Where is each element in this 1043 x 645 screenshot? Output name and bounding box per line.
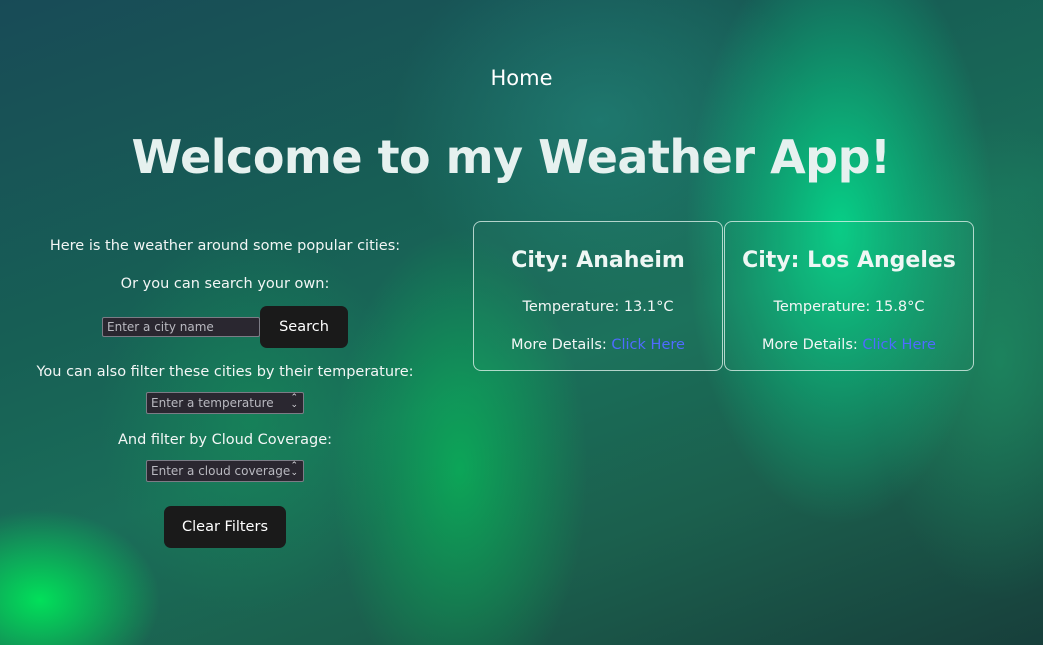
details-link[interactable]: Click Here xyxy=(611,337,685,353)
temperature-filter-text: You can also filter these cities by thei… xyxy=(36,364,414,380)
temperature-filter-input[interactable] xyxy=(146,392,304,414)
city-heading: City: Los Angeles xyxy=(742,248,956,273)
city-search-input[interactable] xyxy=(102,317,260,337)
temperature-text: Temperature: 15.8°C xyxy=(773,299,925,315)
more-details: More Details: Click Here xyxy=(474,337,722,353)
nav-home-link[interactable]: Home xyxy=(0,66,1043,90)
controls-panel: Here is the weather around some popular … xyxy=(20,238,430,548)
cloud-filter-field: ⌃⌄ xyxy=(146,460,304,482)
search-button[interactable]: Search xyxy=(260,306,348,348)
details-link[interactable]: Click Here xyxy=(862,337,936,353)
temperature-filter-wrap: ⌃⌄ xyxy=(20,392,430,414)
clear-filters-button[interactable]: Clear Filters xyxy=(164,506,286,548)
more-details-label: More Details: xyxy=(511,337,607,353)
more-details: More Details: Click Here xyxy=(725,337,973,353)
more-details-label: More Details: xyxy=(762,337,858,353)
cloud-filter-input[interactable] xyxy=(146,460,304,482)
temperature-filter-field: ⌃⌄ xyxy=(146,392,304,414)
temperature-text: Temperature: 13.1°C xyxy=(522,299,674,315)
city-card: City: Los Angeles Temperature: 15.8°C Mo… xyxy=(724,221,974,371)
page-title: Welcome to my Weather App! xyxy=(131,130,891,184)
cloud-filter-wrap: ⌃⌄ xyxy=(20,460,430,482)
popular-cities-text: Here is the weather around some popular … xyxy=(49,238,401,254)
search-row: Search xyxy=(20,306,430,348)
city-cards: City: Anaheim Temperature: 13.1°C More D… xyxy=(473,221,974,371)
city-heading: City: Anaheim xyxy=(511,248,685,273)
search-prompt-text: Or you can search your own: xyxy=(120,276,330,292)
cloud-filter-text: And filter by Cloud Coverage: xyxy=(117,432,333,448)
city-card: City: Anaheim Temperature: 13.1°C More D… xyxy=(473,221,723,371)
